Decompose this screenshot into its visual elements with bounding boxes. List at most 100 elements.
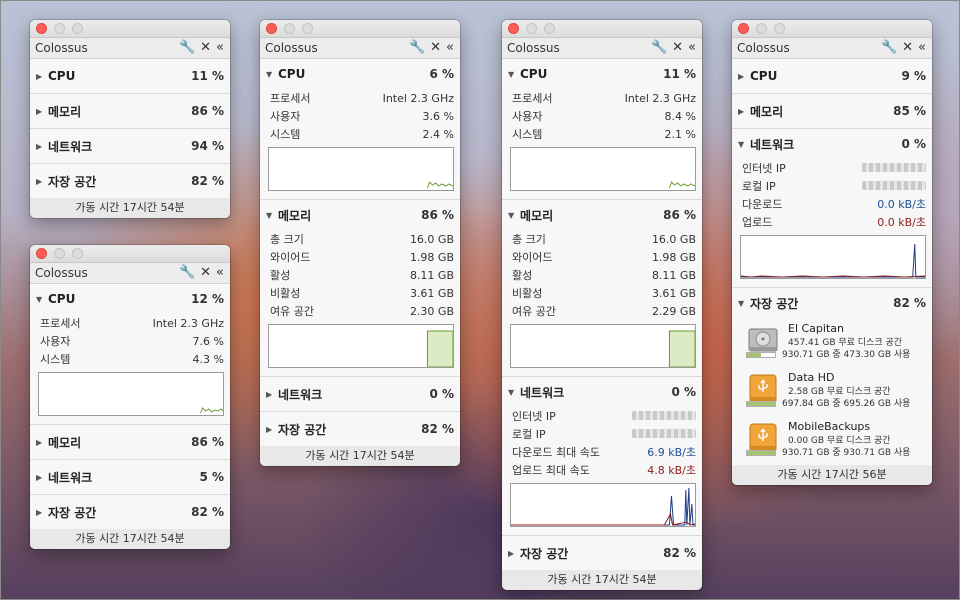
minimize-button[interactable] <box>526 23 537 34</box>
app-name: Colossus <box>737 41 790 55</box>
disclosure-triangle-icon[interactable]: ▶ <box>36 107 48 116</box>
section-network: ▼ 네트워크 0 % 인터넷 IP 로컬 IP 다운로드 최대 속도 6.9 kB/초… <box>502 377 702 536</box>
wrench-icon[interactable]: 🔧 <box>881 39 897 56</box>
memory-row: 여유 공간 2.30 GB <box>270 304 454 319</box>
redacted-ip <box>632 410 696 420</box>
disclosure-triangle-icon[interactable]: ▶ <box>36 438 48 447</box>
minimize-button[interactable] <box>756 23 767 34</box>
disclosure-triangle-icon[interactable]: ▶ <box>508 549 520 558</box>
colossus-window-2: Colossus 🔧 ✕ « ▼ CPU 12 % 프로세서 Intel 2.3 GHz … <box>30 245 230 549</box>
disk-usage-bar <box>746 401 776 407</box>
uptime-footer: 가동 시간 17시간 54분 <box>502 570 702 590</box>
disclosure-triangle-icon[interactable]: ▼ <box>266 70 278 79</box>
title-bar[interactable] <box>30 20 230 38</box>
section-storage[interactable]: ▶ 자장 공간 82 % <box>30 164 230 198</box>
memory-row: 비활성 3.61 GB <box>512 286 696 301</box>
minimize-button[interactable] <box>284 23 295 34</box>
user-row: 사용자 7.6 % <box>40 334 224 349</box>
section-storage[interactable]: ▶ 자장 공간 82 % <box>502 536 702 570</box>
close-icon[interactable]: ✕ <box>672 39 683 56</box>
minimize-button[interactable] <box>54 248 65 259</box>
memory-graph <box>510 324 696 368</box>
close-icon[interactable]: ✕ <box>430 39 441 56</box>
close-button[interactable] <box>36 23 47 34</box>
disk-item[interactable]: El Capitan 457.41 GB 무료 디스크 공간 930.71 GB… <box>738 318 926 367</box>
system-row: 시스템 4.3 % <box>40 352 224 367</box>
section-cpu[interactable]: ▶ CPU 9 % <box>732 59 932 94</box>
user-row: 사용자 8.4 % <box>512 109 696 124</box>
section-memory[interactable]: ▶ 메모리 86 % <box>30 425 230 460</box>
collapse-icon[interactable]: « <box>918 39 926 56</box>
close-button[interactable] <box>266 23 277 34</box>
wrench-icon[interactable]: 🔧 <box>179 264 195 281</box>
close-button[interactable] <box>36 248 47 259</box>
download-row: 다운로드 0.0 kB/초 <box>742 198 926 211</box>
section-network: ▼ 네트워크 0 % 인터넷 IP 로컬 IP 다운로드 0.0 kB/초 업로드 0.… <box>732 129 932 288</box>
section-storage[interactable]: ▶ 자장 공간 82 % <box>260 412 460 446</box>
section-memory[interactable]: ▶ 메모리 85 % <box>732 94 932 129</box>
disclosure-triangle-icon[interactable]: ▼ <box>508 211 520 220</box>
wrench-icon[interactable]: 🔧 <box>651 39 667 56</box>
title-bar[interactable] <box>502 20 702 38</box>
toolbar: Colossus 🔧 ✕ « <box>732 38 932 59</box>
colossus-window-1: Colossus 🔧 ✕ « ▶ CPU 11 % ▶ 메모리 86 % ▶ 네트워크 94 %… <box>30 20 230 218</box>
memory-row: 와이어드 1.98 GB <box>512 250 696 265</box>
disclosure-triangle-icon[interactable]: ▼ <box>508 388 520 397</box>
disclosure-triangle-icon[interactable]: ▶ <box>738 107 750 116</box>
disclosure-triangle-icon[interactable]: ▶ <box>36 473 48 482</box>
disclosure-triangle-icon[interactable]: ▼ <box>36 295 48 304</box>
system-row: 시스템 2.1 % <box>512 127 696 142</box>
collapse-icon[interactable]: « <box>688 39 696 56</box>
zoom-button[interactable] <box>72 248 83 259</box>
title-bar[interactable] <box>30 245 230 263</box>
system-row: 시스템 2.4 % <box>270 127 454 142</box>
disclosure-triangle-icon[interactable]: ▶ <box>36 142 48 151</box>
disclosure-triangle-icon[interactable]: ▶ <box>36 177 48 186</box>
cpu-graph <box>38 372 224 416</box>
disclosure-triangle-icon[interactable]: ▼ <box>738 299 750 308</box>
title-bar[interactable] <box>732 20 932 38</box>
disk-item[interactable]: MobileBackups 0.00 GB 무료 디스크 공간 930.71 G… <box>738 416 926 465</box>
wrench-icon[interactable]: 🔧 <box>179 39 195 56</box>
zoom-button[interactable] <box>302 23 313 34</box>
disk-item[interactable]: Data HD 2.58 GB 무료 디스크 공간 697.84 GB 중 69… <box>738 367 926 416</box>
disclosure-triangle-icon[interactable]: ▶ <box>36 72 48 81</box>
close-icon[interactable]: ✕ <box>902 39 913 56</box>
collapse-icon[interactable]: « <box>446 39 454 56</box>
disclosure-triangle-icon[interactable]: ▶ <box>266 425 278 434</box>
section-network[interactable]: ▶ 네트워크 94 % <box>30 129 230 164</box>
close-button[interactable] <box>738 23 749 34</box>
toolbar: Colossus 🔧 ✕ « <box>502 38 702 59</box>
section-network[interactable]: ▶ 네트워크 5 % <box>30 460 230 495</box>
redacted-ip <box>632 428 696 438</box>
section-storage: ▼ 자장 공간 82 % El Capitan 457.41 GB 무료 디스크 공… <box>732 288 932 465</box>
internet-ip-row: 인터넷 IP <box>738 159 926 177</box>
section-cpu[interactable]: ▶ CPU 11 % <box>30 59 230 94</box>
upload-row: 업로드 0.0 kB/초 <box>742 216 926 229</box>
close-icon[interactable]: ✕ <box>200 39 211 56</box>
memory-row: 총 크기 16.0 GB <box>270 232 454 247</box>
disclosure-triangle-icon[interactable]: ▼ <box>266 211 278 220</box>
network-graph <box>510 483 696 527</box>
disclosure-triangle-icon[interactable]: ▶ <box>36 508 48 517</box>
local-ip-row: 로컬 IP <box>738 177 926 195</box>
disclosure-triangle-icon[interactable]: ▼ <box>738 140 750 149</box>
section-storage[interactable]: ▶ 자장 공간 82 % <box>30 495 230 529</box>
toolbar: Colossus 🔧 ✕ « <box>260 38 460 59</box>
title-bar[interactable] <box>260 20 460 38</box>
collapse-icon[interactable]: « <box>216 264 224 281</box>
collapse-icon[interactable]: « <box>216 39 224 56</box>
zoom-button[interactable] <box>544 23 555 34</box>
close-button[interactable] <box>508 23 519 34</box>
disclosure-triangle-icon[interactable]: ▼ <box>508 70 520 79</box>
wrench-icon[interactable]: 🔧 <box>409 39 425 56</box>
disclosure-triangle-icon[interactable]: ▶ <box>266 390 278 399</box>
minimize-button[interactable] <box>54 23 65 34</box>
toolbar: Colossus 🔧 ✕ « <box>30 38 230 59</box>
zoom-button[interactable] <box>774 23 785 34</box>
section-network[interactable]: ▶ 네트워크 0 % <box>260 377 460 412</box>
section-memory[interactable]: ▶ 메모리 86 % <box>30 94 230 129</box>
zoom-button[interactable] <box>72 23 83 34</box>
close-icon[interactable]: ✕ <box>200 264 211 281</box>
disclosure-triangle-icon[interactable]: ▶ <box>738 72 750 81</box>
